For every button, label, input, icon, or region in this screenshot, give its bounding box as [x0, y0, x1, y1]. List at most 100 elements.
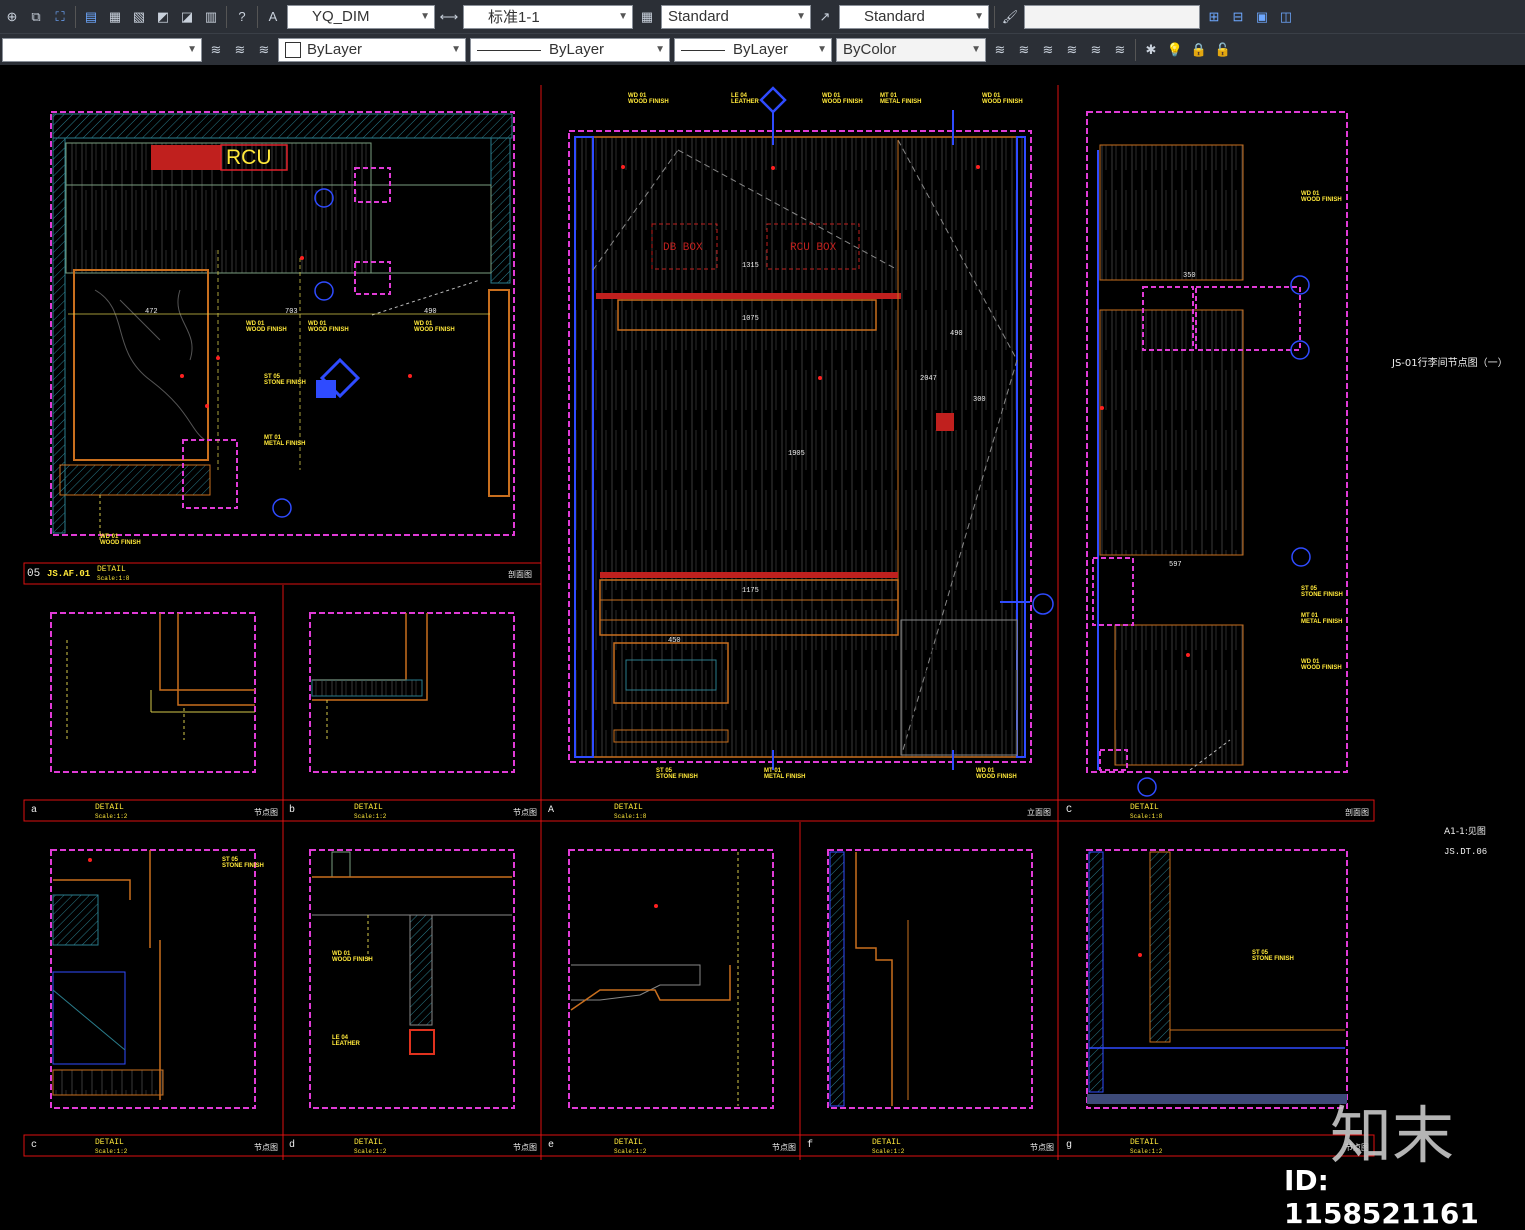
detail-a [50, 612, 256, 773]
layout-template-icon[interactable]: ⊟ [1227, 6, 1249, 28]
layer-previous-icon[interactable]: ≋ [229, 39, 251, 61]
layer-select[interactable]: ▼ [2, 37, 202, 62]
toolbar-row-1: ⊕ ⧉ ⛶ ▤ ▦ ▧ ◩ ◪ ▥ ? A YQ_DIM ▼ ⟷ 标准1-1 ▼ ▦… [0, 0, 1525, 33]
bar-type: 节点图 [1030, 1143, 1054, 1152]
bar-scale: Scale:1:2 [614, 1148, 647, 1155]
material-tag: ST 05 STONE FINISH [656, 768, 698, 780]
design-center-icon[interactable]: ▦ [104, 6, 126, 28]
bar-scale: Scale:1:2 [95, 813, 128, 820]
material-tag: WD 01 WOOD FINISH [976, 768, 1017, 780]
zoom-extents-icon[interactable]: ⧉ [25, 6, 47, 28]
light-bulb-icon[interactable]: 💡 [1164, 39, 1186, 61]
bar-scale: Scale:1:2 [95, 1148, 128, 1155]
help-icon[interactable]: ? [231, 6, 253, 28]
material-tag: ST 05 STONE FINISH [1301, 586, 1343, 598]
bar-type: 剖面图 [1345, 808, 1369, 817]
bar-scale: Scale:1:2 [1130, 1148, 1163, 1155]
reference-a: A1-1:见图 [1444, 827, 1486, 837]
bar-id: b [289, 805, 296, 816]
multileader-style-select[interactable]: Standard ▼ [839, 4, 989, 29]
reference-b: JS.DT.06 [1444, 847, 1488, 857]
dim-text: 1315 [742, 262, 759, 270]
make-current-layer-icon[interactable]: ≋ [205, 39, 227, 61]
match-properties-icon[interactable]: 🖌 [999, 6, 1021, 28]
dim-text: 490 [950, 330, 963, 338]
unlock-icon[interactable]: 🔓 [1212, 39, 1234, 61]
bar-id: A [548, 805, 555, 816]
lock-icon[interactable]: 🔒 [1188, 39, 1210, 61]
material-tag: ST 05 STONE FINISH [264, 374, 306, 386]
material-tag: WD 01 WOOD FINISH [246, 321, 287, 333]
layer-walk-icon[interactable]: ≋ [1109, 39, 1131, 61]
chevron-down-icon: ▼ [655, 44, 665, 55]
material-tag: WD 01 WOOD FINISH [982, 93, 1023, 105]
toolbar-row-2: ▼ ≋ ≋ ≋ ByLayer ▼ ByLayer ▼ ByLayer ▼ ByCol… [0, 33, 1525, 65]
table-style-select[interactable]: Standard ▼ [661, 4, 811, 29]
detail-g [1086, 849, 1348, 1109]
dim-style-select[interactable]: 标准1-1 ▼ [463, 4, 633, 29]
chevron-down-icon: ▼ [971, 44, 981, 55]
db-box-label: DB BOX [663, 242, 703, 254]
bar-id: d [289, 1140, 296, 1151]
zoom-previous-icon[interactable]: ⛶ [49, 6, 71, 28]
bar-id: c [31, 1140, 38, 1151]
calculator-icon[interactable]: ▥ [200, 6, 222, 28]
chevron-down-icon: ▼ [974, 11, 984, 22]
bar-type: 节点图 [772, 1143, 796, 1152]
bar-id: e [548, 1140, 555, 1151]
markup-icon[interactable]: ◪ [176, 6, 198, 28]
text-style-select[interactable]: YQ_DIM ▼ [287, 4, 435, 29]
dim-text: 1905 [788, 450, 805, 458]
panel-A-elevation [568, 86, 1054, 770]
detail-e [568, 849, 774, 1109]
material-tag: MT 01 METAL FINISH [880, 93, 922, 105]
drawing-canvas[interactable]: RCU DB BOX RCU BOX JS-01行李间节点图（一） A1-1:见… [0, 65, 1525, 1230]
properties-icon[interactable]: ▤ [80, 6, 102, 28]
material-tag: WD 01 WOOD FINISH [822, 93, 863, 105]
chevron-down-icon: ▼ [618, 11, 628, 22]
material-tag: WD 01 WOOD FINISH [100, 534, 141, 546]
detail-b [309, 612, 515, 773]
lineweight-select[interactable]: ByLayer ▼ [674, 37, 832, 62]
panel-C-section [1086, 111, 1348, 797]
material-tag: MT 01 METAL FINISH [1301, 613, 1343, 625]
line-sample [477, 49, 541, 51]
chevron-down-icon: ▼ [187, 44, 197, 55]
bar-scale: Scale:1:2 [354, 813, 387, 820]
layer-states-icon[interactable]: ≋ [253, 39, 275, 61]
page-setup-icon[interactable]: ◫ [1275, 6, 1297, 28]
material-tag: WD 01 WOOD FINISH [1301, 191, 1342, 203]
bar-scale: Scale:1:2 [354, 1148, 387, 1155]
bar-scale: Scale:1:8 [1130, 813, 1163, 820]
bar-title: DETAIL [354, 1138, 383, 1147]
detail-d [309, 849, 515, 1109]
layer-match-icon[interactable]: ≋ [1085, 39, 1107, 61]
sheet-set-icon[interactable]: ◩ [152, 6, 174, 28]
layer-on-icon[interactable]: ✱ [1140, 39, 1162, 61]
color-select[interactable]: ByLayer ▼ [278, 37, 466, 62]
material-tag: MT 01 METAL FINISH [264, 435, 306, 447]
layout-new-icon[interactable]: ⊞ [1203, 6, 1225, 28]
layer-off-icon[interactable]: ≋ [1037, 39, 1059, 61]
layer-isolate-icon[interactable]: ≋ [989, 39, 1011, 61]
layer-freeze-icon[interactable]: ≋ [1061, 39, 1083, 61]
panel-05-code: JS.AF.01 [47, 569, 91, 579]
material-tag: ST 05 STONE FINISH [222, 857, 264, 869]
panel-05-number: 05 [27, 568, 41, 580]
material-tag: WD 01 WOOD FINISH [308, 321, 349, 333]
dim-text: 597 [1169, 561, 1182, 569]
tool-palettes-icon[interactable]: ▧ [128, 6, 150, 28]
linetype-select[interactable]: ByLayer ▼ [470, 37, 670, 62]
bar-title: DETAIL [872, 1138, 901, 1147]
zoom-window-icon[interactable]: ⊕ [1, 6, 23, 28]
material-tag: LE 04 LEATHER [731, 93, 759, 105]
dim-text: 1075 [742, 315, 759, 323]
bar-title: DETAIL [614, 1138, 643, 1147]
panel-05-scale: Scale:1:8 [97, 575, 130, 582]
plotstyle-select[interactable]: ByColor ▼ [836, 37, 986, 62]
layer-unisolate-icon[interactable]: ≋ [1013, 39, 1035, 61]
material-tag: WD 01 WOOD FINISH [332, 951, 373, 963]
viewport-icon[interactable]: ▣ [1251, 6, 1273, 28]
bar-type: 节点图 [254, 1143, 278, 1152]
search-input[interactable] [1024, 4, 1200, 29]
